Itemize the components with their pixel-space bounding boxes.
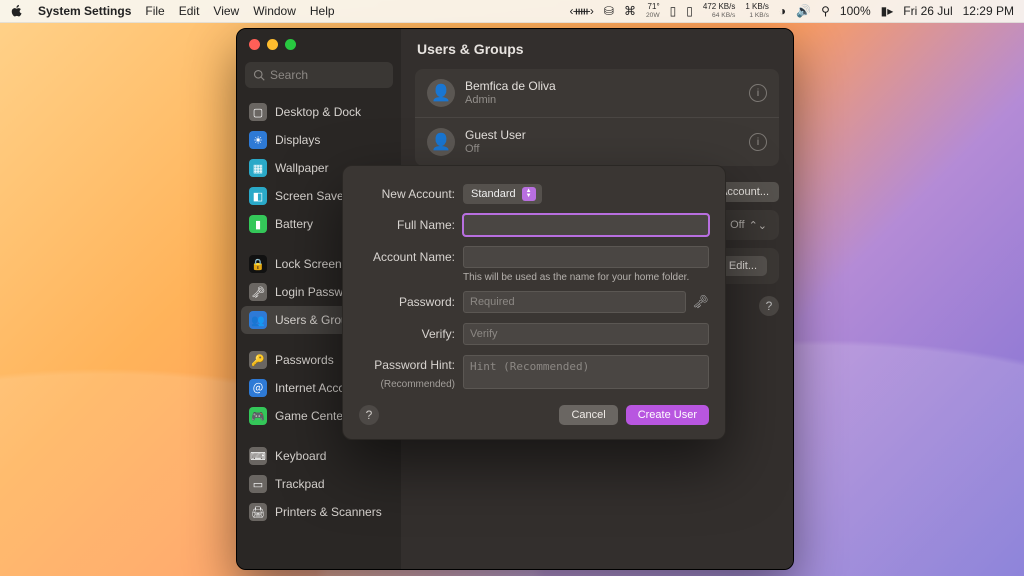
account-name-field[interactable] bbox=[463, 246, 709, 268]
status-icon[interactable]: ⌘ bbox=[624, 4, 636, 18]
menu-view[interactable]: View bbox=[213, 4, 239, 18]
hint-field[interactable] bbox=[463, 355, 709, 389]
menubar: System Settings File Edit View Window He… bbox=[0, 0, 1024, 23]
hint-label: Password Hint:(Recommended) bbox=[359, 355, 463, 395]
full-name-label: Full Name: bbox=[359, 215, 463, 235]
verify-label: Verify: bbox=[359, 324, 463, 344]
updown-icon: ▲▼ bbox=[522, 187, 536, 201]
app-name[interactable]: System Settings bbox=[38, 4, 131, 18]
menu-edit[interactable]: Edit bbox=[179, 4, 200, 18]
status-icon[interactable]: ⛁ bbox=[604, 4, 614, 18]
key-icon[interactable]: 🗝 bbox=[692, 294, 709, 310]
create-user-sheet: New Account: Standard ▲▼ Full Name: Acco… bbox=[342, 165, 726, 440]
do-not-disturb-icon[interactable]: ◑ bbox=[779, 4, 786, 18]
sheet-help-button[interactable]: ? bbox=[359, 405, 379, 425]
account-name-label: Account Name: bbox=[359, 247, 463, 267]
password-label: Password: bbox=[359, 292, 463, 312]
full-name-field[interactable] bbox=[463, 214, 709, 236]
new-account-select[interactable]: Standard ▲▼ bbox=[463, 184, 542, 204]
create-user-button[interactable]: Create User bbox=[626, 405, 709, 425]
menu-window[interactable]: Window bbox=[253, 4, 296, 18]
status-icon[interactable]: ▯ bbox=[670, 4, 677, 18]
account-name-note: This will be used as the name for your h… bbox=[463, 272, 709, 283]
menu-file[interactable]: File bbox=[145, 4, 164, 18]
volume-icon[interactable]: 🔊 bbox=[796, 4, 811, 18]
new-account-label: New Account: bbox=[359, 184, 463, 204]
battery-text[interactable]: 100% bbox=[840, 4, 871, 18]
battery-icon[interactable]: ▮▸ bbox=[881, 4, 894, 18]
cancel-button[interactable]: Cancel bbox=[559, 405, 617, 425]
password-field[interactable] bbox=[463, 291, 686, 313]
menubar-date[interactable]: Fri 26 Jul bbox=[903, 4, 952, 18]
status-icon[interactable]: ‹ᚔ› bbox=[569, 4, 593, 18]
status-disk[interactable]: 1 KB/s1 KB/s bbox=[745, 3, 769, 19]
menubar-time[interactable]: 12:29 PM bbox=[963, 4, 1014, 18]
menu-help[interactable]: Help bbox=[310, 4, 335, 18]
status-temp[interactable]: 71°20W bbox=[646, 3, 660, 19]
status-network[interactable]: 472 KB/s64 KB/s bbox=[703, 3, 735, 19]
verify-field[interactable] bbox=[463, 323, 709, 345]
apple-icon[interactable] bbox=[10, 4, 24, 18]
wifi-icon[interactable]: ⚲ bbox=[821, 4, 830, 18]
status-icon[interactable]: ▯ bbox=[686, 4, 693, 18]
